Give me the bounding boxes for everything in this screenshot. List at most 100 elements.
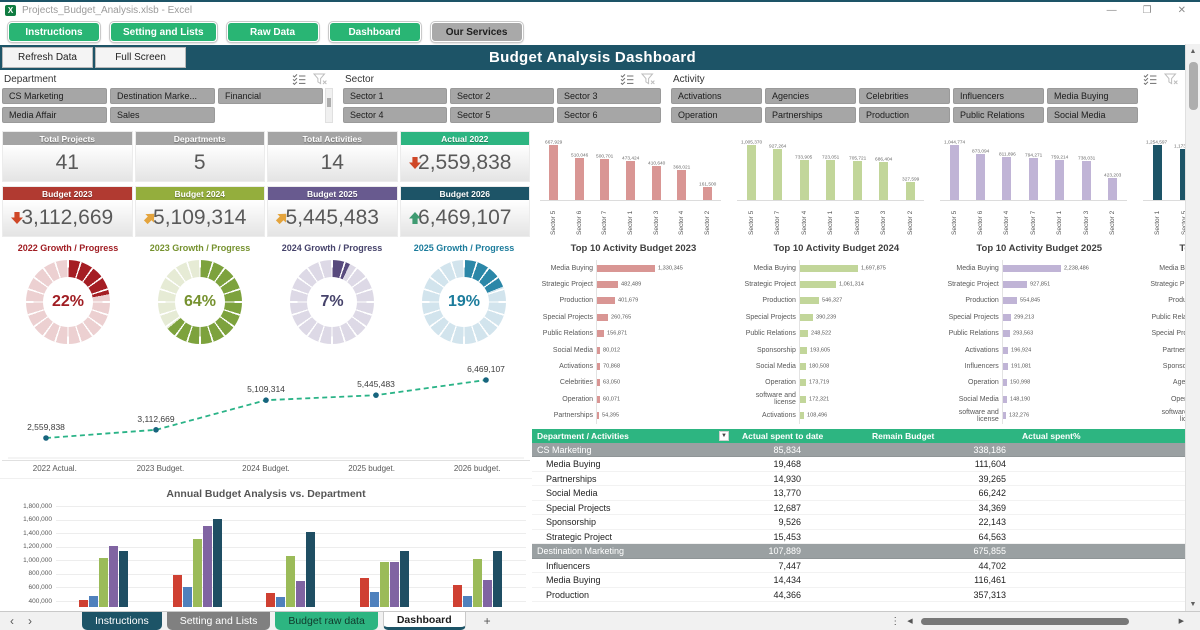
slicer-scrollbar[interactable]	[325, 88, 333, 123]
sector-chart-plot: 667,929510,046500,701473,424410,640368,0…	[540, 133, 721, 201]
sheet-prev-icon[interactable]: ‹	[10, 614, 14, 628]
top10-row: Sponsorship193,605	[739, 342, 934, 358]
slicer-item-partnerships[interactable]: Partnerships	[765, 107, 856, 123]
table-row[interactable]: Media Buying14,434116,46111%	[532, 573, 1200, 588]
horizontal-scrollbar-thumb[interactable]	[921, 618, 1129, 625]
nav-button-raw-data[interactable]: Raw Data	[227, 22, 319, 42]
table-row[interactable]: Media Buying19,468111,60415%	[532, 457, 1200, 472]
top10-bar	[597, 265, 655, 272]
add-sheet-icon[interactable]: +	[484, 614, 491, 628]
sector-x-label: Sector 3	[872, 202, 896, 235]
refresh-data-button[interactable]: Refresh Data	[2, 47, 93, 68]
sheet-tab-budget-raw-data[interactable]: Budget raw data	[275, 612, 377, 630]
kpi-label: Budget 2024	[136, 187, 265, 200]
filter-dropdown-icon[interactable]: ▼	[719, 431, 729, 441]
clear-filter-icon[interactable]	[1164, 73, 1178, 85]
sector-bar-value: 927,264	[769, 145, 786, 150]
slicer-item-sector-5[interactable]: Sector 5	[450, 107, 554, 123]
table-group-row[interactable]: Destination Marketing107,889675,85514%	[532, 544, 1200, 559]
table-row[interactable]: Partnerships14,93039,26528%	[532, 472, 1200, 487]
kpi-card-actual-2022: Actual 20222,559,838	[400, 131, 531, 182]
table-row[interactable]: Sponsorship9,52622,14330%	[532, 515, 1200, 530]
row-remain-budget: 34,369	[809, 503, 1014, 513]
slicer-item-media-buying[interactable]: Media Buying	[1047, 88, 1138, 104]
top10-bar-value: 180,508	[809, 364, 829, 370]
sector-bar	[677, 170, 686, 200]
top10-activity-label: Media Buying	[739, 265, 799, 272]
slicer-item-cs-marketing[interactable]: CS Marketing	[2, 88, 107, 104]
slicer-item-social-media[interactable]: Social Media	[1047, 107, 1138, 123]
sector-x-label: Sector 7	[1022, 202, 1046, 235]
vertical-scrollbar-thumb[interactable]	[1189, 62, 1198, 110]
nav-button-our-services[interactable]: Our Services	[431, 22, 523, 42]
slicer-item-agencies[interactable]: Agencies	[765, 88, 856, 104]
table-group-row[interactable]: CS Marketing85,834338,18620%	[532, 443, 1200, 458]
slicer-item-sector-3[interactable]: Sector 3	[557, 88, 661, 104]
scroll-left-icon[interactable]: ◀	[907, 617, 912, 625]
nav-button-setting-and-lists[interactable]: Setting and Lists	[110, 22, 217, 42]
growth-percentage: 22%	[43, 277, 93, 327]
sheet-tab-instructions[interactable]: Instructions	[82, 612, 162, 630]
clear-filter-icon[interactable]	[313, 73, 327, 85]
slicer-title: Department	[4, 74, 56, 85]
table-row[interactable]: Special Projects12,68734,36927%	[532, 501, 1200, 516]
slicer-item-influencers[interactable]: Influencers	[953, 88, 1044, 104]
multiselect-icon[interactable]	[620, 74, 634, 85]
sector-x-label: Sector 5	[942, 202, 966, 235]
tab-scroll-splitter[interactable]: ⋮	[890, 616, 899, 627]
row-actual-spent: 7,447	[737, 561, 809, 571]
slicer-item-sector-2[interactable]: Sector 2	[450, 88, 554, 104]
annual-gridline	[56, 533, 526, 534]
top10-bar-value: 70,868	[603, 364, 620, 370]
scroll-up-icon[interactable]: ▲	[1190, 44, 1197, 58]
slicer-item-sector-1[interactable]: Sector 1	[343, 88, 447, 104]
horizontal-scrollbar-track[interactable]	[921, 617, 1171, 626]
sector-x-label: Sector 1	[819, 202, 843, 235]
annual-bar-series-green	[473, 559, 482, 607]
sector-bar-value: 1,044,774	[943, 140, 964, 145]
restore-icon[interactable]: ❐	[1143, 5, 1152, 16]
horizontal-scrollbar[interactable]: ⋮ ◀ ▶	[890, 616, 1200, 627]
top10-bar	[800, 347, 807, 354]
nav-button-instructions[interactable]: Instructions	[8, 22, 100, 42]
slicer-item-financial[interactable]: Financial	[218, 88, 323, 104]
slicer-scrollbar-thumb[interactable]	[327, 98, 331, 107]
top10-activity-label: Operation	[536, 396, 596, 403]
minimize-icon[interactable]: —	[1107, 5, 1117, 16]
vertical-scrollbar[interactable]: ▲ ▼	[1185, 44, 1200, 611]
multiselect-icon[interactable]	[1143, 74, 1157, 85]
row-remain-budget: 116,461	[809, 575, 1014, 585]
slicer-item-activations[interactable]: Activations	[671, 88, 762, 104]
top10-bar-value: 482,489	[621, 282, 641, 288]
sheet-next-icon[interactable]: ›	[28, 614, 32, 628]
table-row[interactable]: Influencers7,44744,70214%	[532, 559, 1200, 574]
slicer-item-sector-4[interactable]: Sector 4	[343, 107, 447, 123]
right-column: 667,929510,046500,701473,424410,640368,0…	[532, 129, 1200, 607]
scroll-right-icon[interactable]: ▶	[1179, 617, 1184, 625]
slicer-item-sector-6[interactable]: Sector 6	[557, 107, 661, 123]
slicer-item-destination-marke[interactable]: Destination Marke...	[110, 88, 215, 104]
sheet-tab-setting-and-lists[interactable]: Setting and Lists	[167, 612, 271, 630]
slicer-item-operation[interactable]: Operation	[671, 107, 762, 123]
full-screen-button[interactable]: Full Screen	[95, 47, 186, 68]
slicer-item-celebrities[interactable]: Celebrities	[859, 88, 950, 104]
top10-row: Activations70,868	[536, 358, 731, 374]
scroll-down-icon[interactable]: ▼	[1190, 597, 1197, 611]
table-row[interactable]: Production44,366357,31311%	[532, 588, 1200, 603]
clear-filter-icon[interactable]	[641, 73, 655, 85]
close-icon[interactable]: ✕	[1178, 5, 1186, 16]
slicer-item-sales[interactable]: Sales	[110, 107, 215, 123]
table-row[interactable]: Social Media13,77066,24217%	[532, 486, 1200, 501]
slicer-item-media-affair[interactable]: Media Affair	[2, 107, 107, 123]
top10-row: software and license172,321	[739, 391, 934, 407]
top10-activity-label: Production	[739, 297, 799, 304]
growth-percentage: 64%	[175, 277, 225, 327]
sheet-tab-dashboard[interactable]: Dashboard	[383, 612, 466, 630]
slicer-item-production[interactable]: Production	[859, 107, 950, 123]
slicer-item-public-relations[interactable]: Public Relations	[953, 107, 1044, 123]
nav-button-dashboard[interactable]: Dashboard	[329, 22, 421, 42]
table-row[interactable]: Strategic Project15,45364,56319%	[532, 530, 1200, 545]
sector-x-label: Sector 1	[619, 202, 642, 235]
top10-bar	[1003, 396, 1007, 403]
multiselect-icon[interactable]	[292, 74, 306, 85]
